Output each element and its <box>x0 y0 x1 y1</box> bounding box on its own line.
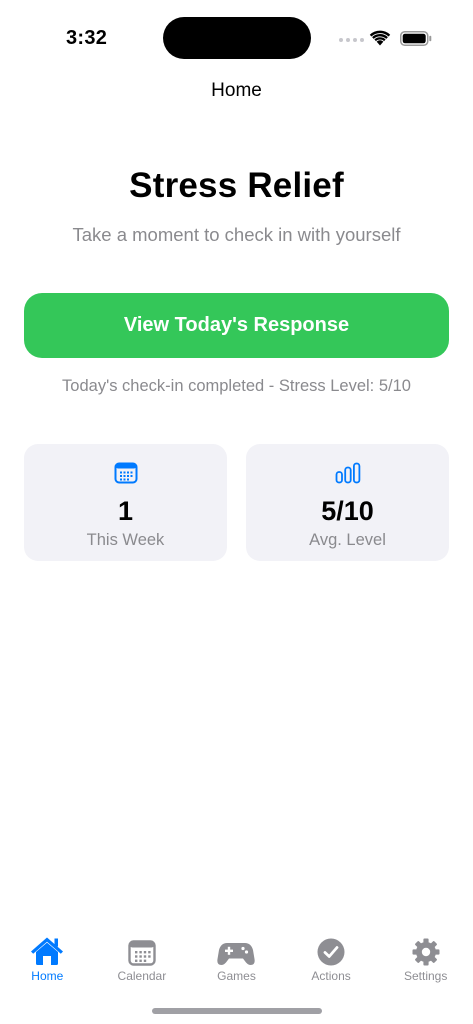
stat-card-avg-level: 5/10 Avg. Level <box>246 444 449 561</box>
calendar-icon <box>114 462 137 484</box>
gamecontroller-icon <box>217 943 256 965</box>
tab-actions[interactable]: Actions <box>284 920 379 990</box>
tab-label: Games <box>217 969 256 983</box>
wifi-icon <box>369 30 391 46</box>
status-bar: 3:32 <box>0 0 473 70</box>
stat-label: This Week <box>86 531 165 549</box>
dynamic-island <box>163 17 311 59</box>
home-indicator <box>152 1008 322 1014</box>
view-todays-response-button[interactable]: View Today's Response <box>24 293 449 358</box>
tab-calendar[interactable]: Calendar <box>95 920 190 990</box>
stat-value: 5/10 <box>321 496 374 526</box>
gear-icon <box>412 938 440 966</box>
tab-home[interactable]: Home <box>0 920 95 990</box>
status-time: 3:32 <box>66 27 108 49</box>
nav-title: Home <box>211 80 262 101</box>
checkmark-circle-icon <box>317 938 345 966</box>
page-subtitle: Take a moment to check in with yourself <box>72 224 401 245</box>
tab-label: Actions <box>311 969 351 983</box>
tab-label: Home <box>31 969 64 983</box>
stat-label: Avg. Level <box>309 531 386 549</box>
stat-value: 1 <box>117 496 134 526</box>
tab-label: Settings <box>403 969 448 983</box>
tab-bar: Home Calendar Games Actions Settings <box>0 920 473 990</box>
calendar-icon <box>128 940 156 966</box>
page-title: Stress Relief <box>129 166 344 205</box>
tab-games[interactable]: Games <box>189 920 284 990</box>
tab-settings[interactable]: Settings <box>378 920 473 990</box>
stat-card-this-week: 1 This Week <box>24 444 227 561</box>
house-icon <box>31 937 64 965</box>
cellular-signal-icon <box>339 38 364 42</box>
battery-icon <box>400 31 432 46</box>
checkin-status-text: Today's check-in completed - Stress Leve… <box>62 377 411 395</box>
tab-label: Calendar <box>117 969 167 983</box>
bar-chart-icon <box>335 462 360 484</box>
